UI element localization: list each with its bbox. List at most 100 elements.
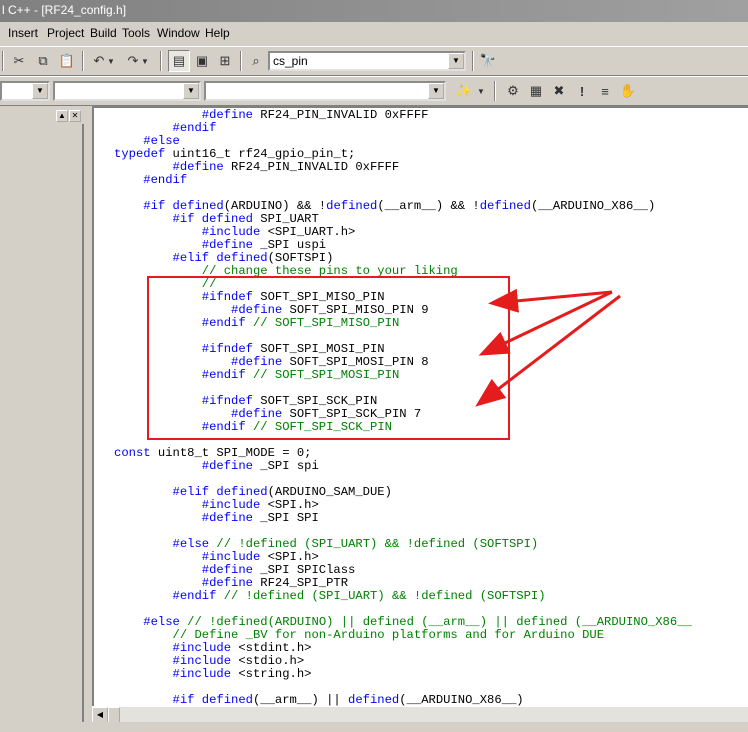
build-error-icon[interactable]: ! — [571, 80, 593, 102]
code-line[interactable]: // change these pins to your liking — [114, 264, 458, 278]
code-line[interactable]: #define _SPI SPI — [114, 511, 319, 525]
code-editor[interactable]: #define RF24_PIN_INVALID 0xFFFF #endif #… — [92, 106, 748, 706]
workspace-icon[interactable]: ▤ — [168, 50, 190, 72]
code-line[interactable]: #define RF24_PIN_INVALID 0xFFFF — [114, 108, 429, 122]
menu-bar: Insert Project Build Tools Window Help — [0, 22, 748, 44]
code-text[interactable]: #define RF24_PIN_INVALID 0xFFFF #endif #… — [114, 108, 692, 707]
chevron-down-icon[interactable]: ▼ — [428, 83, 444, 99]
code-line[interactable]: #endif // !defined (SPI_UART) && !define… — [114, 589, 546, 603]
copy-icon[interactable]: ⧉ — [32, 50, 54, 72]
code-line[interactable]: #define SOFT_SPI_SCK_PIN 7 — [114, 407, 421, 421]
code-comment: // SOFT_SPI_MOSI_PIN — [252, 368, 400, 382]
window-title: l C++ - [RF24_config.h] — [2, 3, 127, 17]
code-line[interactable]: #if defined(ARDUINO) && !defined(__arm__… — [114, 199, 655, 213]
code-line[interactable]: #define _SPI uspi — [114, 238, 326, 252]
code-line[interactable]: #ifndef SOFT_SPI_MISO_PIN — [114, 290, 385, 304]
stop-build-icon[interactable]: ✖ — [548, 80, 570, 102]
code-line[interactable]: #endif // SOFT_SPI_SCK_PIN — [114, 420, 392, 434]
toolbar-separator — [472, 51, 474, 71]
code-line[interactable]: #define RF24_SPI_PTR — [114, 576, 348, 590]
cut-icon[interactable]: ✂ — [8, 50, 30, 72]
code-line[interactable]: #if defined(__arm__) || defined(__ARDUIN… — [114, 693, 524, 707]
code-token: SOFT_SPI_SCK_PIN — [252, 394, 378, 408]
find-combo[interactable]: cs_pin ▼ — [268, 51, 466, 71]
window-list-icon[interactable]: ⊞ — [214, 50, 236, 72]
close-icon[interactable]: ✕ — [69, 110, 81, 122]
chevron-down-icon[interactable]: ▼ — [183, 83, 199, 99]
code-token: _SPI uspi — [252, 238, 327, 252]
horizontal-scrollbar[interactable]: ◀ — [92, 706, 748, 723]
menu-insert[interactable]: Insert — [8, 26, 38, 40]
code-keyword: #ifndef — [201, 290, 253, 304]
code-keyword: #endif — [172, 589, 217, 603]
code-line[interactable]: #else // !defined(ARDUINO) || defined (_… — [114, 615, 692, 629]
code-keyword: defined — [326, 199, 378, 213]
code-line[interactable]: #define SOFT_SPI_MISO_PIN 9 — [114, 303, 428, 317]
code-line[interactable]: // — [114, 277, 217, 291]
scroll-thumb[interactable] — [108, 707, 120, 723]
paste-icon[interactable]: 📋 — [56, 50, 78, 72]
code-line[interactable]: #endif // SOFT_SPI_MISO_PIN — [114, 316, 400, 330]
menu-build[interactable]: Build — [90, 26, 117, 40]
code-line[interactable]: #ifndef SOFT_SPI_MOSI_PIN — [114, 342, 385, 356]
code-line[interactable]: #define _SPI SPIClass — [114, 563, 356, 577]
code-line[interactable]: typedef uint16_t rf24_gpio_pin_t; — [114, 147, 355, 161]
find-icon[interactable]: 🔭 — [477, 50, 499, 72]
pane-maximize-icon[interactable]: ▲ — [56, 110, 68, 122]
compile-icon[interactable]: ⚙ — [502, 80, 524, 102]
member-combo[interactable]: ▼ — [53, 81, 201, 101]
code-line[interactable]: #include <SPI.h> — [114, 498, 319, 512]
wizard-icon[interactable]: ✨ — [453, 80, 475, 102]
execute-icon[interactable]: ≡ — [594, 80, 616, 102]
code-line[interactable]: #define SOFT_SPI_MOSI_PIN 8 — [114, 355, 428, 369]
code-line[interactable]: #elif defined(SOFTSPI) — [114, 251, 334, 265]
wizard-toolbar: ▼ ▼ ▼ ✨ ▼ ⚙ ▦ ✖ ! ≡ ✋ — [0, 76, 748, 106]
code-keyword: #endif — [143, 173, 188, 187]
code-line[interactable]: #include <string.h> — [114, 667, 312, 681]
code-comment: // change these pins to your liking — [201, 264, 458, 278]
code-line[interactable]: #include <stdint.h> — [114, 641, 312, 655]
scroll-left-icon[interactable]: ◀ — [92, 707, 108, 723]
code-line[interactable]: #else — [114, 134, 180, 148]
chevron-down-icon[interactable]: ▼ — [32, 83, 48, 99]
menu-window[interactable]: Window — [157, 26, 200, 40]
undo-dropdown-icon[interactable]: ▼ — [106, 50, 116, 72]
code-line[interactable]: #endif — [114, 121, 217, 135]
code-line[interactable]: #ifndef SOFT_SPI_SCK_PIN — [114, 394, 378, 408]
output-icon[interactable]: ▣ — [191, 50, 213, 72]
breakpoint-icon[interactable]: ✋ — [617, 80, 639, 102]
code-line[interactable]: #else // !defined (SPI_UART) && !defined… — [114, 537, 539, 551]
code-line[interactable]: // Define _BV for non-Arduino platforms … — [114, 628, 605, 642]
menu-tools[interactable]: Tools — [122, 26, 150, 40]
chevron-down-icon[interactable]: ▼ — [448, 53, 464, 69]
code-line[interactable]: const uint8_t SPI_MODE = 0; — [114, 446, 311, 460]
redo-dropdown-icon[interactable]: ▼ — [140, 50, 150, 72]
code-line[interactable]: #endif — [114, 173, 187, 187]
code-line[interactable]: #endif // SOFT_SPI_MOSI_PIN — [114, 368, 400, 382]
code-token: RF24_PIN_INVALID 0xFFFF — [223, 160, 400, 174]
code-line[interactable]: #include <stdio.h> — [114, 654, 305, 668]
class-combo[interactable]: ▼ — [0, 81, 50, 101]
code-line[interactable]: #define RF24_PIN_INVALID 0xFFFF — [114, 160, 400, 174]
code-line[interactable]: #elif defined(ARDUINO_SAM_DUE) — [114, 485, 392, 499]
code-line[interactable]: #if defined SPI_UART — [114, 212, 319, 226]
code-line[interactable]: #include <SPI_UART.h> — [114, 225, 356, 239]
code-line[interactable]: #define _SPI spi — [114, 459, 319, 473]
code-line[interactable]: #include <SPI.h> — [114, 550, 319, 564]
wizard-dropdown-icon[interactable]: ▼ — [476, 80, 486, 102]
function-combo[interactable]: ▼ — [204, 81, 446, 101]
find-in-files-icon[interactable]: ⌕ — [245, 50, 267, 72]
menu-help[interactable]: Help — [205, 26, 230, 40]
menu-project[interactable]: Project — [47, 26, 84, 40]
workspace-tree[interactable] — [0, 124, 84, 722]
build-icon[interactable]: ▦ — [525, 80, 547, 102]
